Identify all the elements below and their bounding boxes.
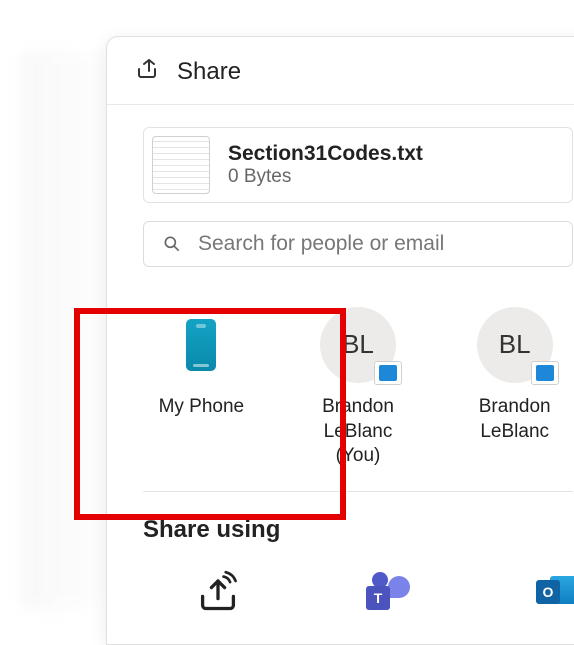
search-placeholder: Search for people or email xyxy=(198,232,444,256)
dialog-title: Share xyxy=(177,58,241,86)
avatar-initials: BL xyxy=(499,328,531,362)
file-size: 0 Bytes xyxy=(228,166,423,188)
file-card[interactable]: Section31Codes.txt 0 Bytes xyxy=(143,127,573,203)
target-label-2: LeBlanc xyxy=(456,420,573,445)
avatar: BL xyxy=(477,307,553,383)
avatar: BL xyxy=(320,307,396,383)
target-contact-1[interactable]: BL Brandon LeBlanc xyxy=(456,307,573,469)
outlook-badge-icon xyxy=(374,361,402,385)
outlook-badge-icon xyxy=(531,361,559,385)
target-label: Brandon xyxy=(456,395,573,420)
background-ghost-page xyxy=(20,50,120,610)
target-label-2: LeBlanc (You) xyxy=(300,420,417,469)
target-my-phone[interactable]: My Phone xyxy=(143,307,260,469)
file-meta: Section31Codes.txt 0 Bytes xyxy=(228,142,423,188)
share-targets-row: My Phone BL Brandon LeBlanc (You) BL xyxy=(143,307,573,492)
app-teams[interactable]: T xyxy=(353,562,423,622)
dialog-body: Section31Codes.txt 0 Bytes Search for pe… xyxy=(107,105,574,644)
file-name: Section31Codes.txt xyxy=(228,142,423,166)
target-label: Brandon xyxy=(300,395,417,420)
file-text-icon xyxy=(152,136,210,194)
share-dialog: Share Section31Codes.txt 0 Bytes Search … xyxy=(106,36,574,645)
search-input[interactable]: Search for people or email xyxy=(143,221,573,267)
nearby-sharing-icon xyxy=(196,570,240,614)
outlook-icon: O xyxy=(536,572,574,612)
target-label: My Phone xyxy=(143,395,260,420)
share-using-apps-row: T O xyxy=(143,562,574,622)
app-outlook[interactable]: O xyxy=(523,562,574,622)
share-icon xyxy=(135,57,159,86)
target-contact-you[interactable]: BL Brandon LeBlanc (You) xyxy=(300,307,417,469)
app-nearby-sharing[interactable] xyxy=(183,562,253,622)
teams-icon: T xyxy=(366,572,410,612)
search-icon xyxy=(162,234,182,254)
avatar-initials: BL xyxy=(342,328,374,362)
dialog-header: Share xyxy=(107,37,574,105)
phone-icon xyxy=(163,307,239,383)
share-using-heading: Share using xyxy=(143,516,574,544)
